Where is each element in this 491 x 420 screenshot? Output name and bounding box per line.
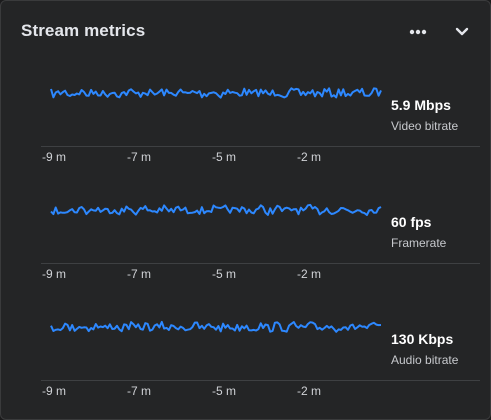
axis-divider [41, 380, 480, 381]
metric-value: 60 fps [391, 214, 432, 230]
sparkline-path [50, 87, 382, 99]
x-tick-label: -7 m [127, 384, 151, 398]
x-tick-label: -2 m [297, 150, 321, 164]
metric-framerate: 60 fps Framerate -9 m -7 m -5 m -2 m [1, 180, 490, 298]
metric-label: Audio bitrate [391, 353, 459, 367]
x-tick-label: -9 m [42, 150, 66, 164]
more-horizontal-icon [409, 29, 427, 35]
more-options-button[interactable] [405, 19, 431, 45]
sparkline-chart [50, 203, 382, 216]
metric-label: Video bitrate [391, 119, 459, 133]
axis-divider [41, 263, 480, 264]
x-tick-label: -9 m [42, 384, 66, 398]
sparkline-chart [50, 320, 382, 333]
metric-value: 5.9 Mbps [391, 97, 451, 113]
stream-metrics-panel: Stream metrics 5.9 Mbps Video bitrate -9… [0, 0, 491, 420]
chevron-down-icon [455, 27, 469, 36]
x-tick-label: -2 m [297, 384, 321, 398]
panel-title: Stream metrics [21, 21, 146, 40]
x-tick-label: -2 m [297, 267, 321, 281]
panel-header: Stream metrics [1, 1, 490, 63]
metric-value: 130 Kbps [391, 331, 454, 347]
axis-divider [41, 146, 480, 147]
x-tick-label: -7 m [127, 267, 151, 281]
sparkline-path [50, 203, 382, 216]
metric-audio-bitrate: 130 Kbps Audio bitrate -9 m -7 m -5 m -2… [1, 297, 490, 415]
x-tick-label: -7 m [127, 150, 151, 164]
sparkline-path [50, 320, 382, 333]
sparkline-chart [50, 87, 382, 99]
x-tick-label: -5 m [212, 384, 236, 398]
collapse-button[interactable] [449, 19, 475, 45]
x-tick-label: -5 m [212, 267, 236, 281]
x-tick-label: -5 m [212, 150, 236, 164]
metric-video-bitrate: 5.9 Mbps Video bitrate -9 m -7 m -5 m -2… [1, 63, 490, 181]
x-tick-label: -9 m [42, 267, 66, 281]
metric-label: Framerate [391, 236, 447, 250]
